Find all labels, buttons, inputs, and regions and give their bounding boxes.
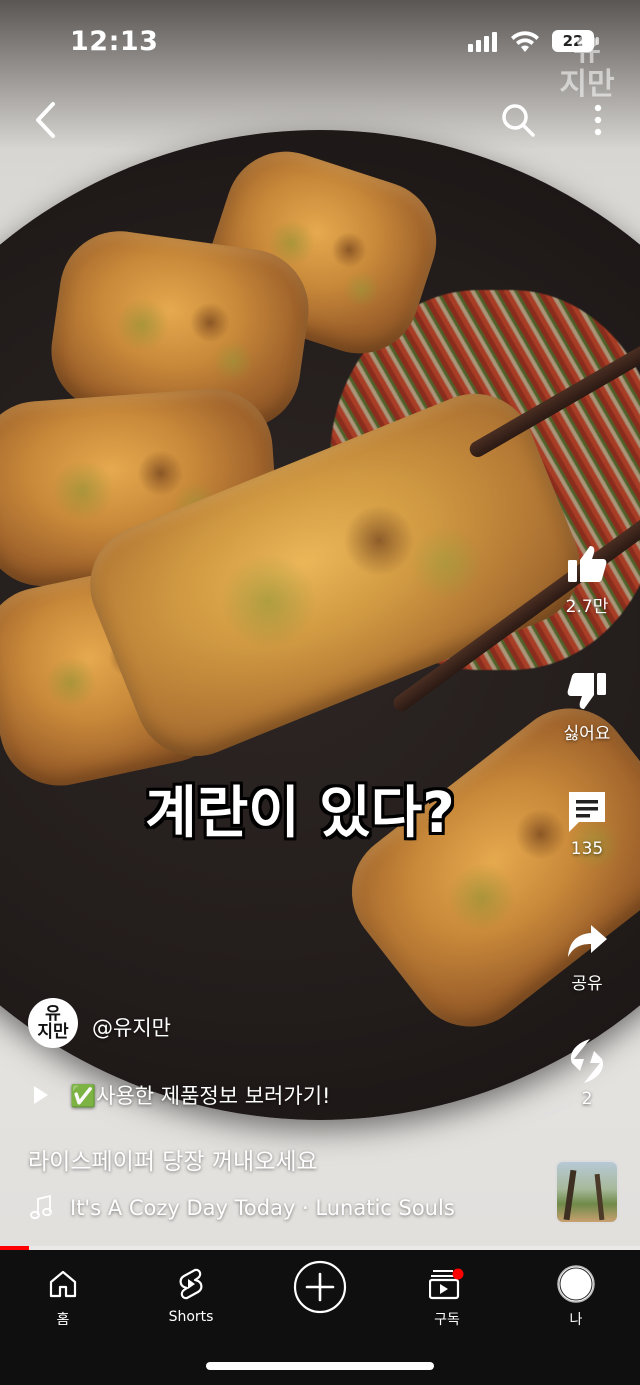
thumbs-up-icon xyxy=(568,546,607,582)
nav-shorts[interactable]: Shorts xyxy=(136,1262,246,1325)
share-button[interactable]: 공유 xyxy=(552,915,622,994)
nav-subscriptions-label: 구독 xyxy=(434,1312,460,1328)
video-player[interactable] xyxy=(0,0,640,1250)
nav-you[interactable]: 나 xyxy=(521,1262,631,1329)
comments-button[interactable]: 135 xyxy=(552,785,622,859)
dislike-button[interactable]: 싫어요 xyxy=(552,665,622,744)
more-vertical-icon xyxy=(594,104,602,136)
home-indicator xyxy=(206,1362,434,1370)
comment-icon xyxy=(569,792,605,832)
share-label: 공유 xyxy=(571,974,603,994)
comment-count: 135 xyxy=(570,839,604,859)
nav-home-label: 홈 xyxy=(56,1312,70,1328)
channel-handle[interactable]: @유지만 xyxy=(92,1012,171,1042)
shorts-icon xyxy=(179,1268,203,1300)
channel-avatar-text: 유 지만 xyxy=(37,1004,69,1042)
status-time: 12:13 xyxy=(70,26,159,57)
music-track-text: It's A Cozy Day Today · Lunatic Souls xyxy=(70,1196,455,1220)
thumbs-down-icon xyxy=(567,673,606,709)
create-plus-icon xyxy=(293,1260,347,1314)
like-count: 2.7만 xyxy=(565,597,609,617)
nav-subscriptions[interactable]: 구독 xyxy=(392,1262,502,1329)
remix-button[interactable]: 2 xyxy=(552,1035,622,1109)
nav-you-label: 나 xyxy=(569,1312,583,1328)
product-link[interactable]: ✅사용한 제품정보 보러가기! xyxy=(30,1080,330,1110)
profile-avatar-icon xyxy=(557,1265,595,1303)
search-button[interactable] xyxy=(496,98,540,142)
more-options-button[interactable] xyxy=(576,98,620,142)
video-caption: 계란이 있다? xyxy=(145,781,455,846)
channel-avatar[interactable]: 유 지만 xyxy=(28,998,78,1048)
music-thumbnail[interactable] xyxy=(555,1160,619,1224)
nav-shorts-label: Shorts xyxy=(168,1309,214,1325)
channel-watermark: 유 지만 xyxy=(559,33,615,102)
status-bar: 12:13 22 xyxy=(0,0,640,84)
remix-count: 2 xyxy=(581,1089,593,1109)
subscriptions-icon xyxy=(429,1268,464,1300)
play-triangle-icon xyxy=(34,1086,48,1104)
music-note-icon xyxy=(30,1195,52,1220)
like-button[interactable]: 2.7만 xyxy=(552,538,622,617)
chevron-left-icon xyxy=(36,102,55,138)
nav-create[interactable] xyxy=(265,1258,375,1316)
remix-icon xyxy=(570,1039,604,1083)
music-info[interactable]: It's A Cozy Day Today · Lunatic Souls xyxy=(30,1195,455,1221)
search-icon xyxy=(502,104,535,137)
video-title[interactable]: 라이스페이퍼 당장 꺼내오세요 xyxy=(28,1142,318,1176)
share-arrow-icon xyxy=(568,925,607,957)
wifi-icon xyxy=(511,31,539,52)
dislike-label: 싫어요 xyxy=(563,724,611,744)
cellular-signal-icon xyxy=(468,32,497,52)
nav-home[interactable]: 홈 xyxy=(8,1262,118,1329)
back-button[interactable] xyxy=(24,98,68,142)
product-link-text: ✅사용한 제품정보 보러가기! xyxy=(70,1084,331,1108)
home-icon xyxy=(49,1270,77,1298)
